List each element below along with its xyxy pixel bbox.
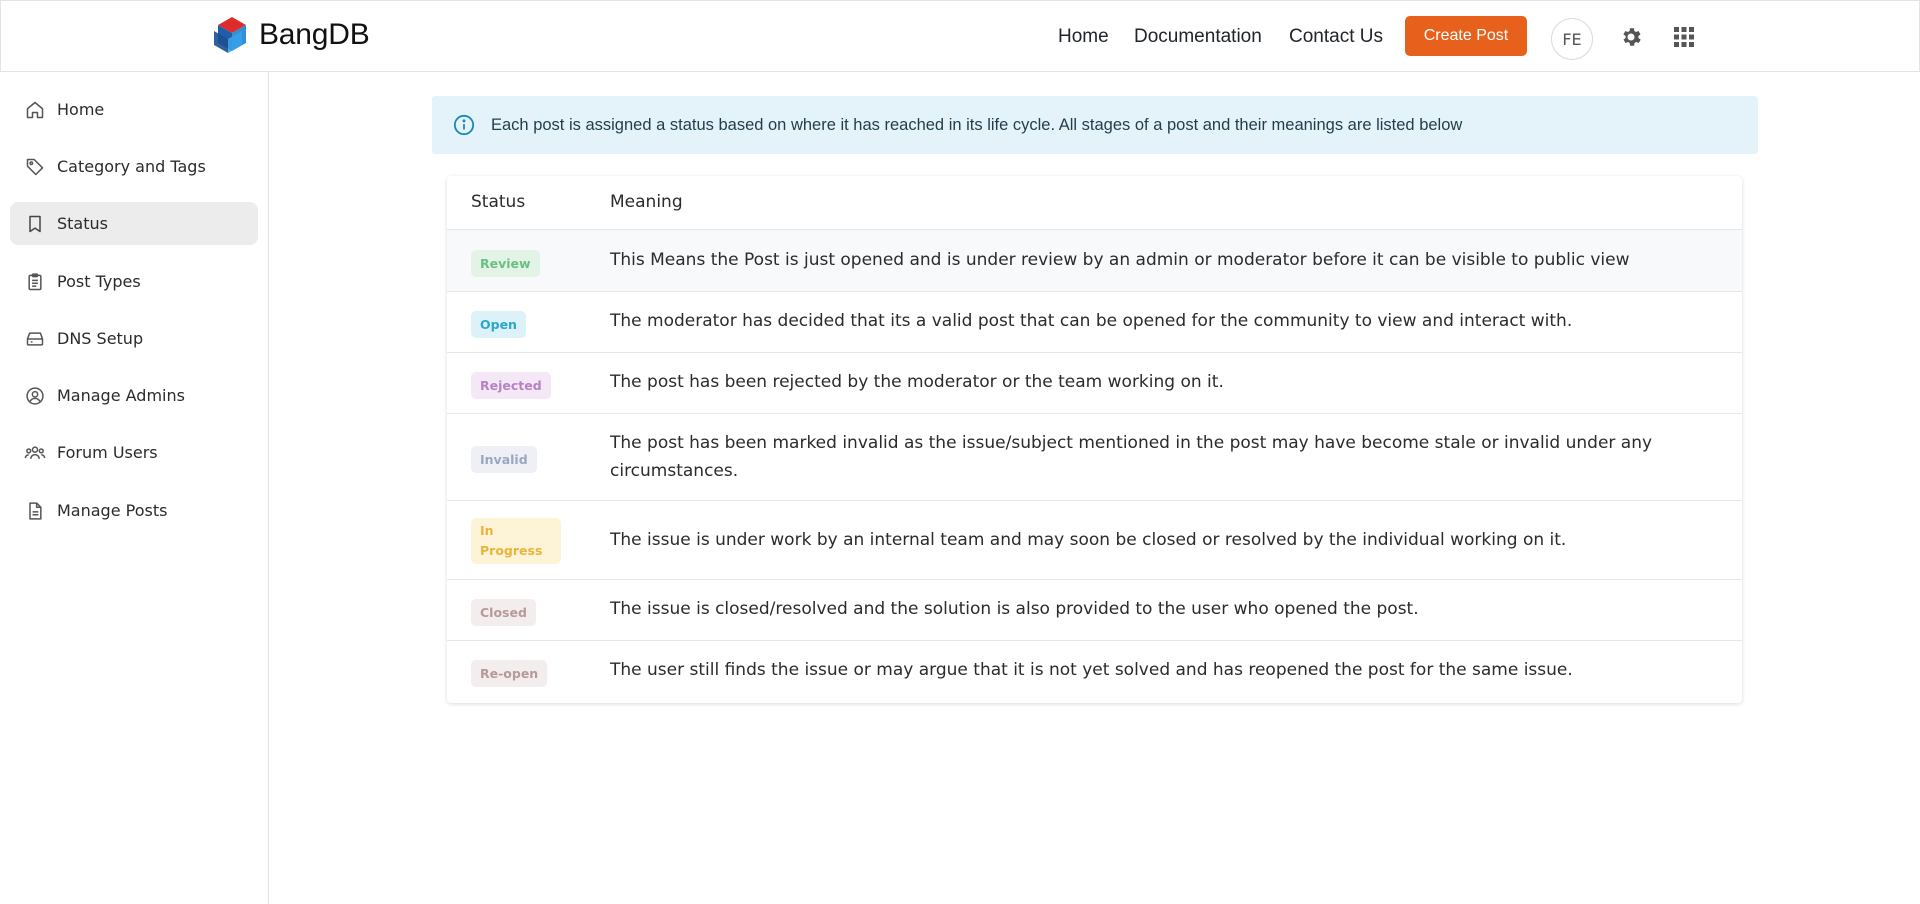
brand-name: BangDB	[259, 18, 370, 51]
status-badge: In Progress	[471, 518, 561, 564]
bangdb-logo-icon	[214, 17, 246, 53]
home-icon	[24, 99, 46, 121]
status-meaning: The post has been marked invalid as the …	[610, 433, 1653, 481]
apps-grid-icon[interactable]	[1674, 27, 1694, 47]
status-badge: Rejected	[471, 372, 551, 399]
info-text: Each post is assigned a status based on …	[491, 115, 1463, 134]
clipboard-icon	[24, 271, 46, 293]
sidebar-item-manage-posts[interactable]: Manage Posts	[10, 489, 258, 532]
table-row: Re-open The user still finds the issue o…	[447, 641, 1742, 703]
sidebar-item-forum-users[interactable]: Forum Users	[10, 431, 258, 474]
status-badge: Re-open	[471, 660, 548, 687]
user-avatar[interactable]: FE	[1551, 18, 1593, 60]
table-row: Invalid The post has been marked invalid…	[447, 414, 1742, 501]
status-meaning: The issue is closed/resolved and the sol…	[610, 599, 1419, 619]
status-badge: Invalid	[471, 446, 537, 473]
table-row: Rejected The post has been rejected by t…	[447, 353, 1742, 414]
sidebar-item-status[interactable]: Status	[10, 202, 258, 245]
sidebar-item-category-tags[interactable]: Category and Tags	[10, 145, 258, 188]
status-meaning: This Means the Post is just opened and i…	[610, 250, 1630, 270]
status-badge: Open	[471, 311, 526, 338]
table-row: Review This Means the Post is just opene…	[447, 230, 1742, 292]
bookmark-icon	[24, 213, 46, 235]
table-row: Open The moderator has decided that its …	[447, 292, 1742, 353]
status-badge: Closed	[471, 599, 536, 626]
brand-logo[interactable]: BangDB	[211, 15, 370, 55]
sidebar-item-manage-admins[interactable]: Manage Admins	[10, 374, 258, 417]
sidebar-item-label: Category and Tags	[57, 157, 206, 176]
sidebar-item-dns-setup[interactable]: DNS Setup	[10, 317, 258, 360]
sidebar-item-post-types[interactable]: Post Types	[10, 260, 258, 303]
status-table: Status Meaning Review This Means the Pos…	[447, 176, 1742, 703]
info-banner: Each post is assigned a status based on …	[432, 96, 1758, 154]
gear-icon[interactable]	[1619, 25, 1643, 49]
status-meaning: The moderator has decided that its a val…	[610, 311, 1573, 331]
sidebar-item-label: Forum Users	[57, 443, 158, 462]
tag-icon	[24, 156, 46, 178]
status-meaning: The issue is under work by an internal t…	[610, 530, 1567, 550]
users-icon	[24, 442, 46, 464]
server-icon	[24, 328, 46, 350]
sidebar-item-label: Manage Admins	[57, 386, 185, 405]
top-header: BangDB Home Documentation Contact Us Cre…	[0, 0, 1920, 72]
info-icon	[453, 114, 475, 136]
status-meaning: The user still finds the issue or may ar…	[610, 660, 1573, 680]
create-post-button[interactable]: Create Post	[1405, 16, 1527, 56]
nav-documentation-link[interactable]: Documentation	[1134, 26, 1262, 48]
sidebar: Home Category and Tags Status Post Types…	[0, 72, 269, 904]
status-meaning: The post has been rejected by the modera…	[610, 372, 1224, 392]
document-icon	[24, 500, 46, 522]
table-row: Closed The issue is closed/resolved and …	[447, 580, 1742, 641]
table-header: Status Meaning	[447, 176, 1742, 230]
nav-home-link[interactable]: Home	[1058, 26, 1109, 48]
sidebar-item-home[interactable]: Home	[10, 88, 258, 131]
column-header-meaning: Meaning	[610, 192, 683, 212]
sidebar-item-label: Home	[57, 100, 105, 119]
sidebar-item-label: DNS Setup	[57, 329, 144, 348]
status-badge: Review	[471, 250, 540, 277]
sidebar-item-label: Post Types	[57, 272, 141, 291]
user-circle-icon	[24, 385, 46, 407]
column-header-status: Status	[471, 192, 526, 212]
nav-contact-link[interactable]: Contact Us	[1289, 26, 1383, 48]
sidebar-item-label: Manage Posts	[57, 501, 168, 520]
sidebar-item-label: Status	[57, 214, 108, 233]
table-row: In Progress The issue is under work by a…	[447, 501, 1742, 580]
